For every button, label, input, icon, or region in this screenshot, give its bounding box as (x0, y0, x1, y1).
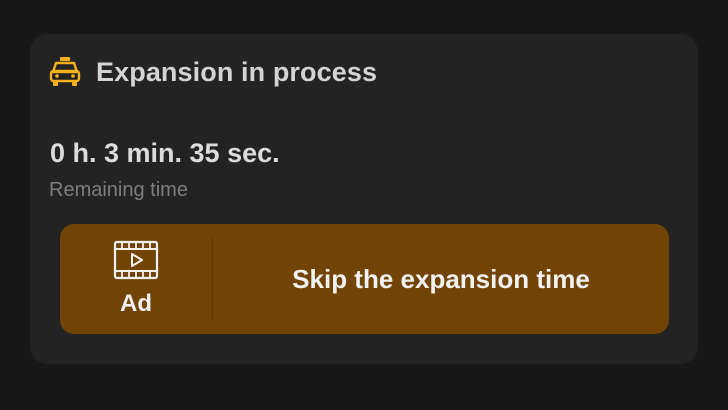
card-title: Expansion in process (96, 56, 378, 87)
taxi-icon (48, 55, 82, 89)
skip-expansion-button[interactable]: Ad Skip the expansion time (60, 224, 669, 334)
skip-button-label: Skip the expansion time (292, 263, 590, 294)
screen: Expansion in process 0 h. 3 min. 35 sec.… (0, 0, 728, 410)
ad-section: Ad (60, 224, 212, 334)
card-header: Expansion in process (48, 54, 377, 90)
ad-label: Ad (120, 290, 152, 317)
expansion-card: Expansion in process 0 h. 3 min. 35 sec.… (30, 34, 698, 364)
remaining-time-value: 0 h. 3 min. 35 sec. (50, 138, 280, 168)
video-play-icon (113, 240, 159, 280)
remaining-time-label: Remaining time (49, 179, 188, 201)
